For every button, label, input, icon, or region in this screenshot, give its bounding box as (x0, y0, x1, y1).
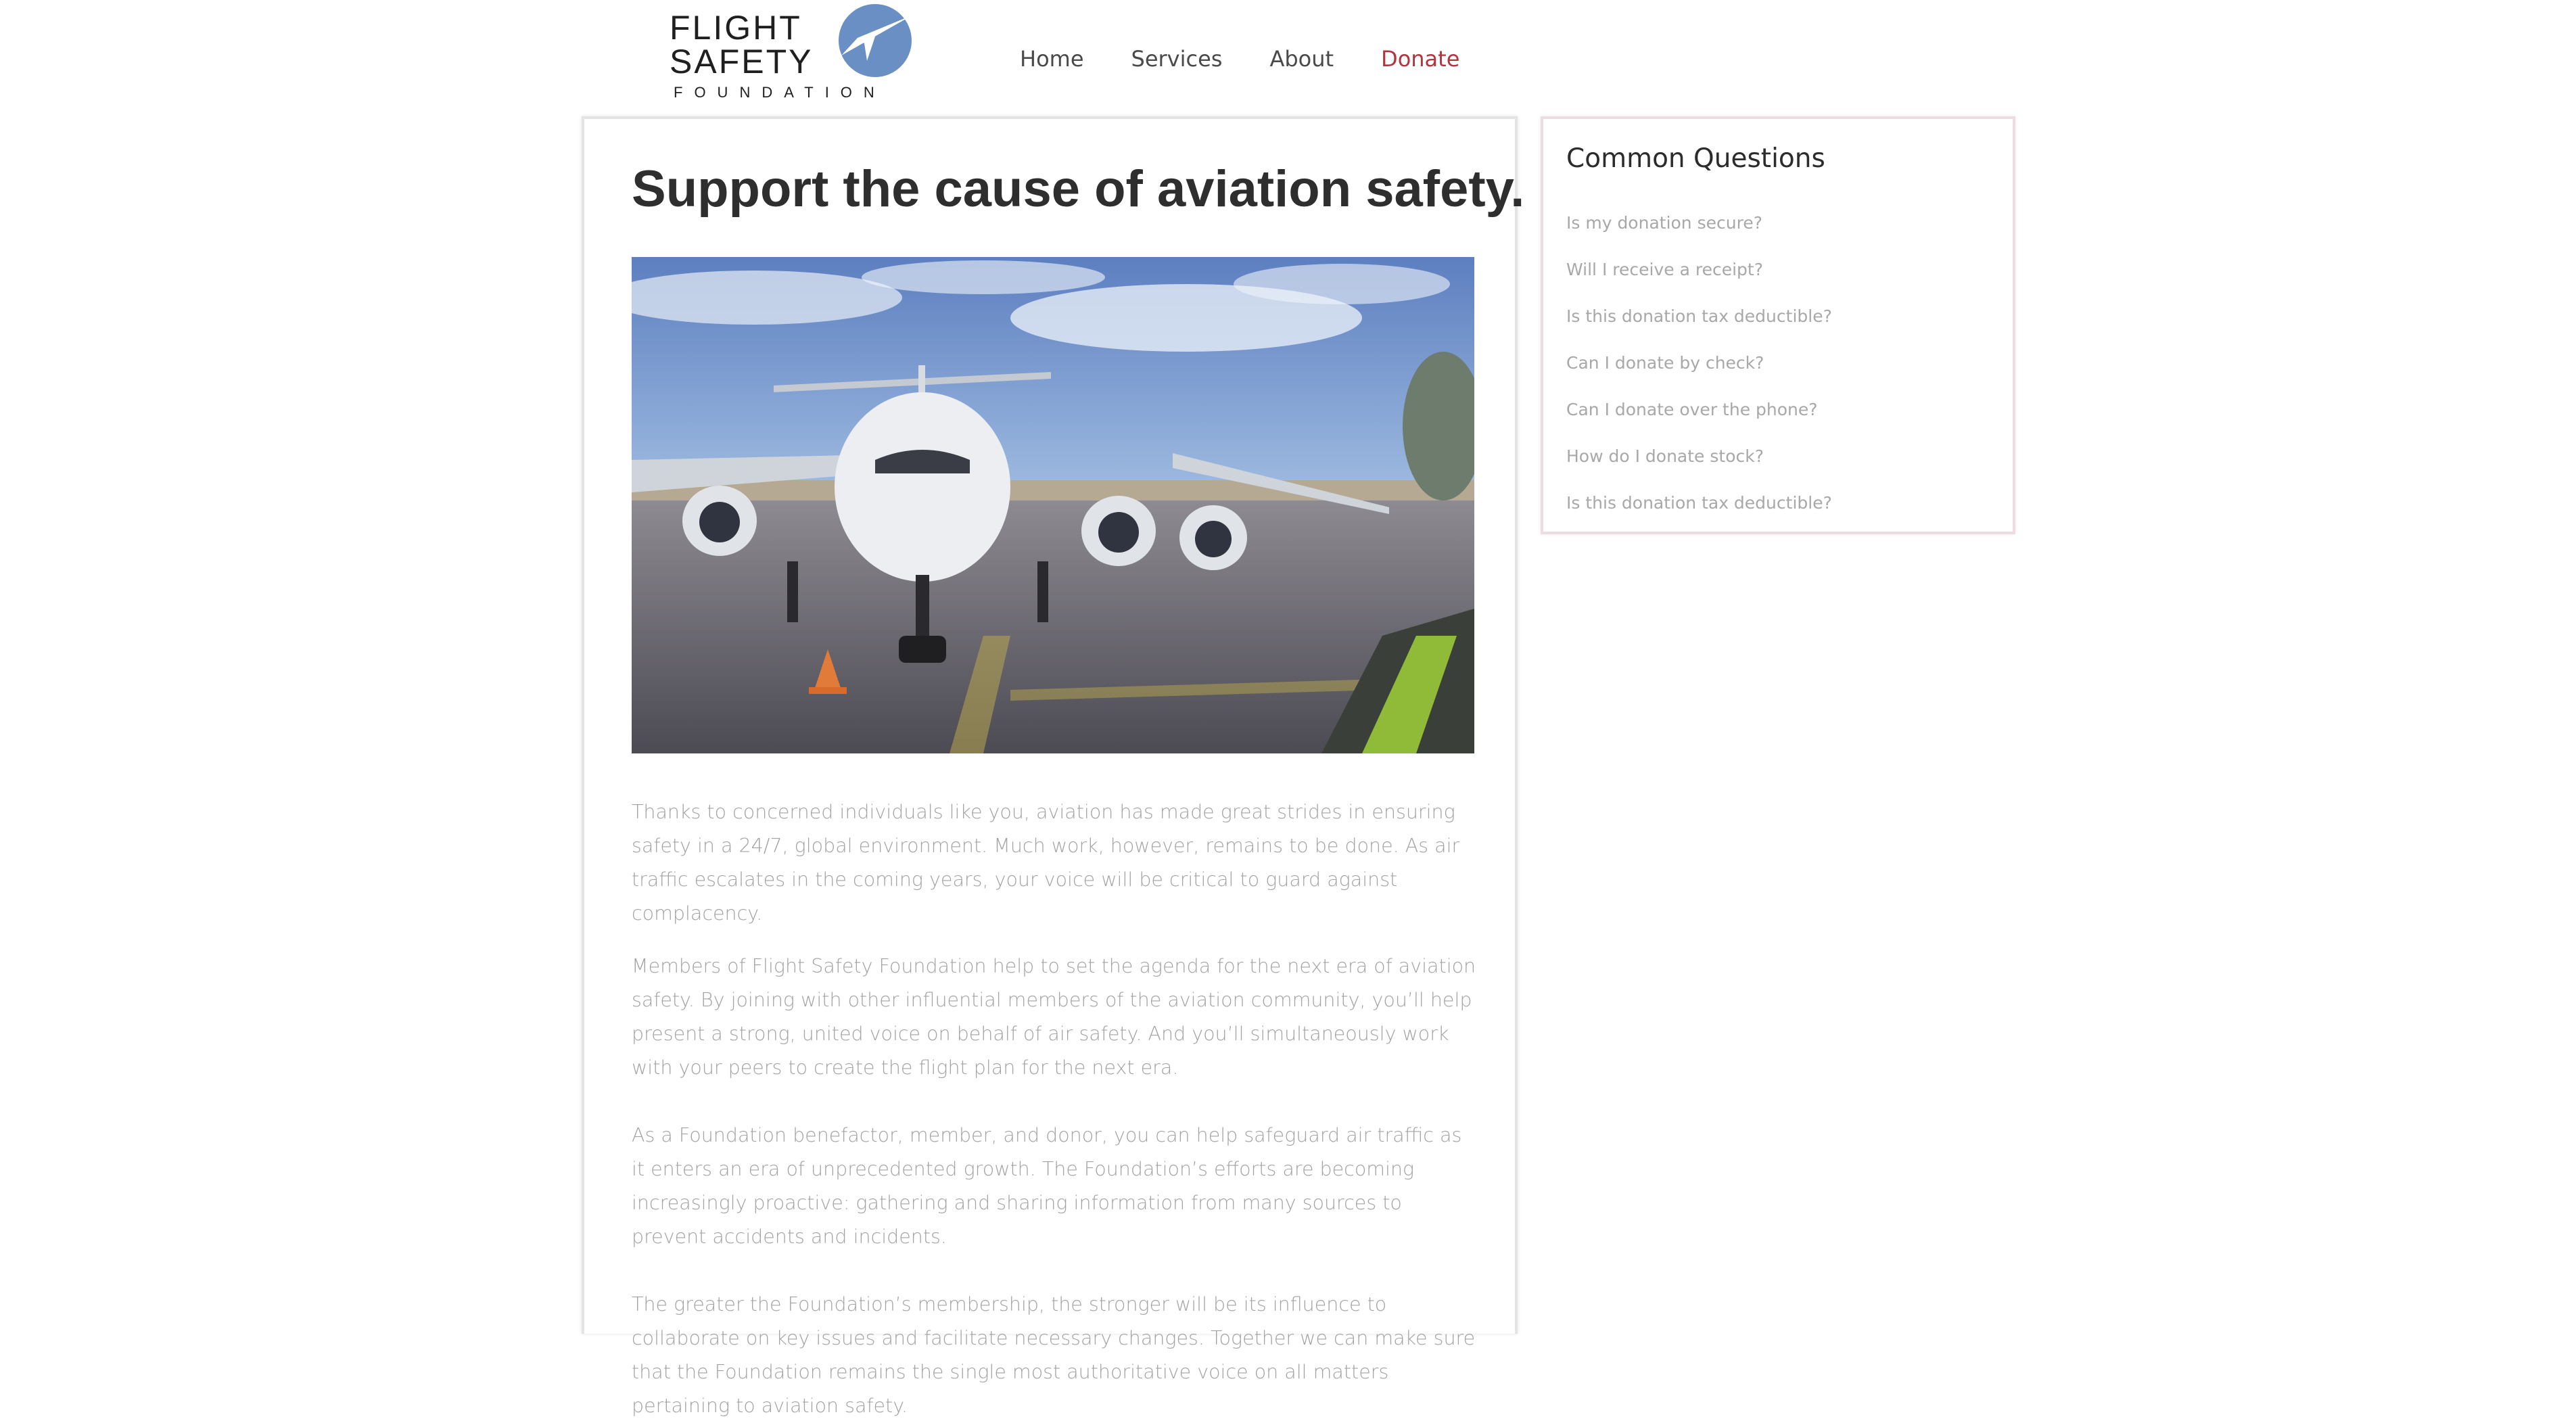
faq-item-donate-stock[interactable]: How do I donate stock? (1566, 443, 1832, 490)
airplane-circle-icon (839, 4, 913, 77)
faq-item-donate-by-check[interactable]: Can I donate by check? (1566, 350, 1832, 396)
logo-text-line-2: SAFETY (670, 43, 814, 80)
paragraph-2: Members of Flight Safety Foundation help… (632, 955, 1476, 1079)
flight-safety-foundation-logo[interactable]: FLIGHT SAFETY FOUNDATION (670, 0, 920, 108)
common-questions-panel: Common Questions Is my donation secure? … (1541, 116, 2015, 534)
airplane-on-runway-image (632, 257, 1474, 753)
donation-body-copy: Thanks to concerned individuals like you… (632, 795, 1477, 1423)
nav-donate[interactable]: Donate (1381, 46, 1459, 72)
faq-item-receipt[interactable]: Will I receive a receipt? (1566, 256, 1832, 303)
faq-item-donation-secure[interactable]: Is my donation secure? (1566, 210, 1832, 256)
site-header: FLIGHT SAFETY FOUNDATION Home Services A… (0, 0, 2576, 115)
page-title: Support the cause of aviation safety. (632, 160, 1525, 218)
faq-item-donate-by-phone[interactable]: Can I donate over the phone? (1566, 396, 1832, 443)
hero-image-airplane (632, 257, 1474, 753)
faq-item-tax-deductible[interactable]: Is this donation tax deductible? (1566, 303, 1832, 350)
faq-list: Is my donation secure? Will I receive a … (1566, 210, 1832, 536)
common-questions-title: Common Questions (1566, 143, 1825, 174)
paragraph-3: As a Foundation benefactor, member, and … (632, 1124, 1462, 1248)
nav-about[interactable]: About (1269, 46, 1334, 72)
faq-item-tax-deductible-2[interactable]: Is this donation tax deductible? (1566, 490, 1832, 536)
logo-text-line-3: FOUNDATION (674, 84, 886, 101)
nav-home[interactable]: Home (1020, 46, 1084, 72)
paragraph-4: The greater the Foundation’s membership,… (632, 1293, 1476, 1417)
paragraph-1: Thanks to concerned individuals like you… (632, 801, 1460, 925)
nav-services[interactable]: Services (1131, 46, 1223, 72)
main-content-panel: Support the cause of aviation safety. Th… (582, 116, 1524, 1417)
main-navigation: Home Services About Donate (1020, 42, 1507, 76)
